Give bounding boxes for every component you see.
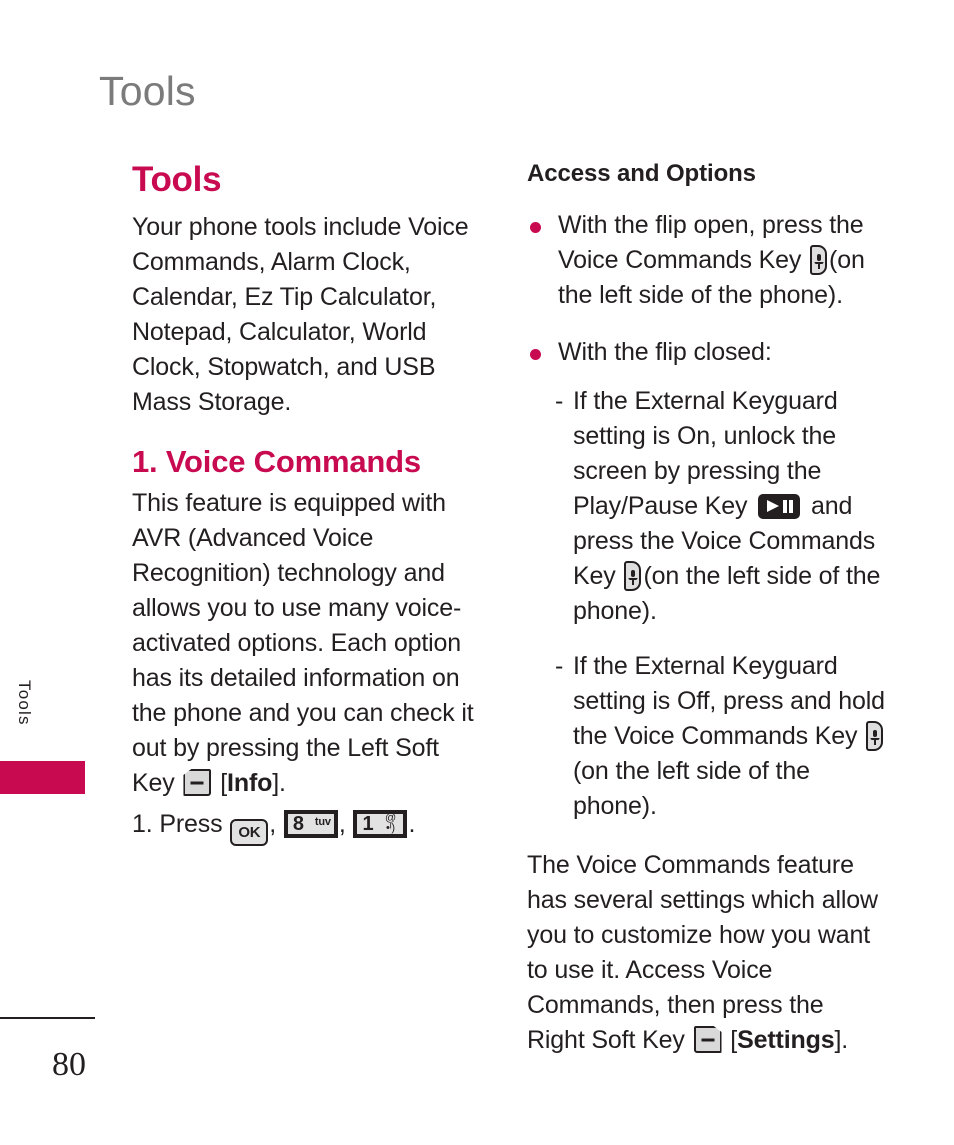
step-one-label: 1. Press xyxy=(132,810,223,838)
access-and-options-heading: Access and Options xyxy=(527,160,756,187)
subsection-title: 1. Voice Commands xyxy=(132,444,421,479)
key-1-symbols: @ •ᴵ) xyxy=(379,814,401,834)
sub-item-keyguard-off: - If the External Keyguard setting is Off… xyxy=(527,649,887,824)
right-column: Access and Options With the flip open, p… xyxy=(527,160,887,1062)
step-period: . xyxy=(408,810,416,838)
dash-marker: - xyxy=(555,652,564,680)
left-column: Tools Your phone tools include Voice Com… xyxy=(132,160,482,850)
step-one-line: 1. Press OK, 8 tuv , 1 @ •ᴵ) . xyxy=(132,807,482,846)
info-label: Info xyxy=(227,769,273,797)
dash-marker: - xyxy=(555,387,564,415)
bracket-close: ]. xyxy=(272,769,286,797)
sub-item-text-1: If the External Keyguard setting is Off,… xyxy=(573,652,885,750)
access-bullet-list: With the flip open, press the Voice Comm… xyxy=(527,208,887,370)
closing-paragraph: The Voice Commands feature has several s… xyxy=(527,848,887,1058)
bracket-open: [ xyxy=(220,769,228,797)
footer-divider xyxy=(0,1017,95,1019)
running-header: Tools xyxy=(99,68,196,114)
list-item: With the flip closed: xyxy=(527,335,887,370)
key-8-tuv-icon: 8 tuv xyxy=(283,810,338,838)
bullet-text-before: With the flip closed: xyxy=(558,338,772,366)
key-1-voicemail-icon: 1 @ •ᴵ) xyxy=(353,810,408,838)
key-8-digit: 8 xyxy=(292,813,304,835)
voice-commands-key-icon xyxy=(866,721,884,751)
page-title: Tools xyxy=(132,160,222,199)
play-pause-key-icon xyxy=(758,494,801,519)
bullet-dot-icon xyxy=(530,222,541,233)
right-soft-key-icon xyxy=(693,1026,722,1053)
voice-commands-key-icon xyxy=(624,561,642,591)
closing-paragraph-text: The Voice Commands feature has several s… xyxy=(527,851,878,1054)
ok-key-icon: OK xyxy=(230,819,269,846)
list-item: With the flip open, press the Voice Comm… xyxy=(527,208,887,313)
settings-label: Settings xyxy=(737,1026,835,1054)
side-tab-color-block xyxy=(0,761,85,794)
key-1-voicemail-symbol: •ᴵ) xyxy=(386,822,395,834)
sub-item-text-3: (on the left side of the phone). xyxy=(573,562,881,625)
page-number: 80 xyxy=(52,1046,86,1083)
feature-paragraph: This feature is equipped with AVR (Advan… xyxy=(132,486,482,801)
key-8-letters: tuv xyxy=(314,816,331,828)
sub-item-keyguard-on: - If the External Keyguard setting is On,… xyxy=(527,384,887,629)
key-1-digit: 1 xyxy=(362,813,374,835)
intro-paragraph: Your phone tools include Voice Commands,… xyxy=(132,213,469,416)
feature-paragraph-text: This feature is equipped with AVR (Advan… xyxy=(132,489,474,797)
closing-bracket-close: ]. xyxy=(834,1026,849,1054)
left-soft-key-icon xyxy=(183,769,212,796)
voice-commands-key-icon xyxy=(810,245,828,275)
step-comma-2: , xyxy=(338,810,346,838)
sub-item-text-2: (on the left side of the phone). xyxy=(573,757,810,820)
side-tab-chapter-label: Tools xyxy=(15,680,34,726)
step-comma-1: , xyxy=(269,810,277,838)
bullet-dot-icon xyxy=(530,349,541,360)
